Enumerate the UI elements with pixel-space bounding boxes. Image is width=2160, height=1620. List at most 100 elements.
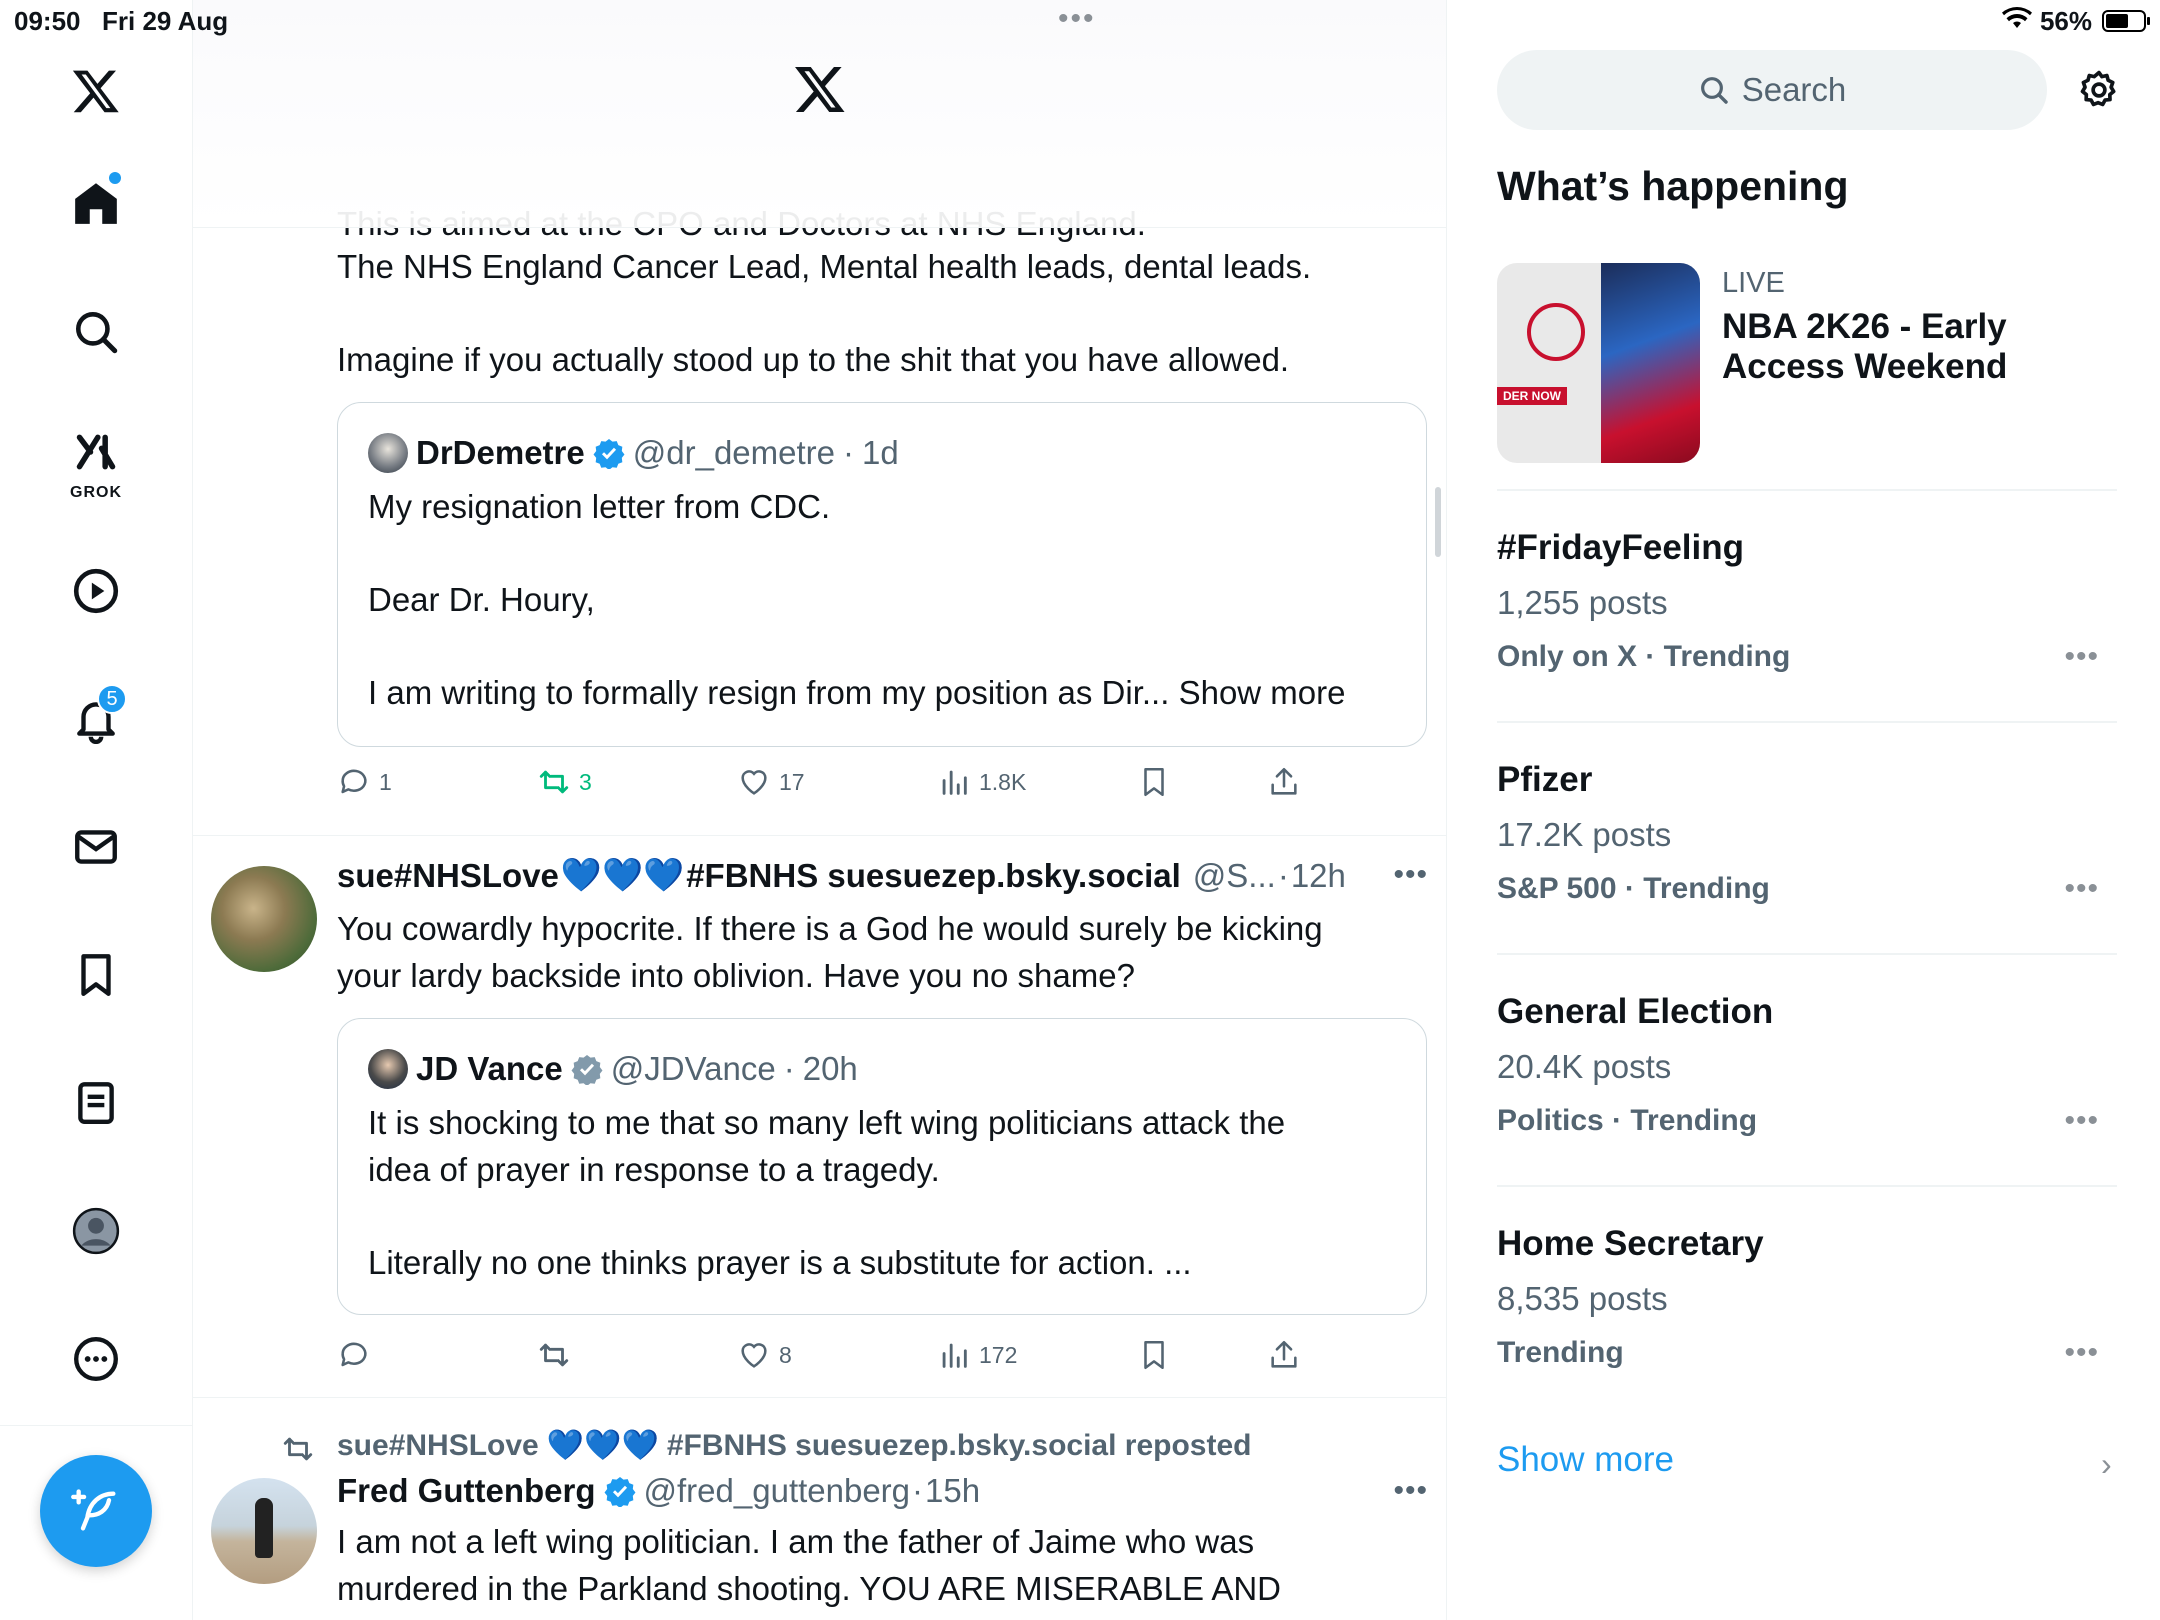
section-divider [1497, 489, 2117, 491]
quoted-author-handle[interactable]: @JDVance [611, 1050, 776, 1088]
post-more-options-icon[interactable]: ••• [1393, 1474, 1428, 1508]
chevron-right-icon[interactable]: › [2101, 1446, 2112, 1483]
views-chart-icon [942, 1343, 967, 1368]
live-event-card[interactable]: DER NOW LIVE NBA 2K26 - Early Access Wee… [1497, 263, 2117, 463]
show-more-trends-link[interactable]: Show more [1497, 1440, 1674, 1480]
trend-item[interactable]: Pfizer 17.2K posts S&P 500 · Trending ••… [1497, 760, 2117, 960]
quoted-post-header: JD Vance @JDVance · 20h [368, 1049, 858, 1089]
bookmark-button[interactable] [1137, 1338, 1171, 1372]
author-name-suffix[interactable]: #FBNHS suesuezep.bsky.social [686, 857, 1181, 895]
notifications-bell-icon[interactable]: 5 [57, 680, 135, 758]
trend-item[interactable]: Home Secretary 8,535 posts Trending ••• [1497, 1224, 2117, 1424]
compose-post-button[interactable] [40, 1455, 152, 1567]
header-x-logo-icon[interactable] [793, 62, 847, 121]
quoted-author-handle[interactable]: @dr_demetre [633, 434, 835, 472]
like-button[interactable]: 8 [737, 1338, 792, 1372]
bookmarks-icon[interactable] [57, 936, 135, 1014]
repost-icon [539, 1343, 569, 1367]
quoted-post-header: DrDemetre @dr_demetre · 1d [368, 433, 899, 473]
repost-icon [539, 770, 569, 794]
search-input[interactable]: Search [1497, 50, 2047, 130]
trend-item[interactable]: #FridayFeeling 1,255 posts Only on X · T… [1497, 528, 2117, 728]
post-actions: 1 3 17 1.8K [337, 765, 1417, 805]
grok-icon[interactable]: GROK [57, 420, 135, 501]
multitasking-dots-icon[interactable]: ••• [1058, 2, 1096, 36]
verified-badge-icon [604, 1477, 635, 1507]
trend-more-options-icon[interactable]: ••• [2064, 1104, 2099, 1138]
blue-hearts-emoji: 💙💙💙 [560, 856, 685, 893]
trend-more-options-icon[interactable]: ••• [2064, 872, 2099, 906]
like-count: 8 [779, 1341, 792, 1368]
post-text[interactable]: I am not a left wing politician. I am th… [337, 1518, 1417, 1612]
repost-button[interactable]: 3 [537, 765, 592, 799]
quoted-avatar[interactable] [368, 433, 408, 473]
reply-button[interactable] [337, 1338, 371, 1372]
views-count: 172 [979, 1341, 1018, 1368]
author-handle[interactable]: @S... [1193, 857, 1276, 895]
battery-percentage: 56% [2039, 6, 2092, 36]
show-more-link[interactable]: Show more [1179, 674, 1346, 711]
separator: · [843, 434, 855, 471]
quoted-post-body: It is shocking to me that so many left w… [368, 1099, 1408, 1286]
author-name[interactable]: Fred Guttenberg [337, 1472, 596, 1510]
repost-button[interactable] [537, 1338, 571, 1372]
author-handle[interactable]: @fred_guttenberg [644, 1472, 911, 1510]
quoted-post[interactable]: JD Vance @JDVance · 20h It is shocking t… [337, 1018, 1427, 1315]
trend-post-count: 17.2K posts [1497, 816, 1672, 853]
bookmark-icon [1144, 767, 1164, 797]
views-button[interactable]: 172 [937, 1338, 1017, 1372]
trend-context: Trending [1497, 1336, 1624, 1369]
share-button[interactable] [1267, 765, 1301, 799]
bookmark-button[interactable] [1137, 765, 1171, 799]
views-button[interactable]: 1.8K [937, 765, 1026, 799]
like-button[interactable]: 17 [737, 765, 805, 799]
quoted-text-line: idea of prayer in response to a tragedy. [368, 1151, 940, 1188]
battery-icon [2102, 10, 2150, 32]
post-text-line: The NHS England Cancer Lead, Mental heal… [337, 248, 1312, 285]
basketball-graphic [1527, 303, 1585, 361]
post-more-options-icon[interactable]: ••• [1393, 858, 1428, 892]
post-text[interactable]: The NHS England Cancer Lead, Mental heal… [337, 243, 1417, 383]
whats-happening-heading: What’s happening [1497, 163, 1849, 209]
home-icon[interactable] [57, 164, 135, 242]
author-name[interactable]: sue#NHSLove [337, 857, 559, 895]
messages-envelope-icon[interactable] [57, 808, 135, 886]
reply-button[interactable]: 1 [337, 765, 392, 799]
trend-item[interactable]: General Election 20.4K posts Politics · … [1497, 992, 2117, 1192]
author-avatar[interactable] [211, 1478, 317, 1584]
post-time[interactable]: 12h [1291, 857, 1346, 895]
repost-attribution[interactable]: sue#NHSLove 💙💙💙 #FBNHS suesuezep.bsky.soci… [283, 1428, 1251, 1463]
post-time[interactable]: 15h [925, 1472, 980, 1510]
video-play-icon[interactable] [57, 552, 135, 630]
quoted-post-time[interactable]: 20h [803, 1050, 858, 1088]
quoted-avatar[interactable] [368, 1049, 408, 1089]
more-options-icon[interactable] [57, 1320, 135, 1398]
x-logo-icon[interactable] [57, 52, 135, 130]
trend-context: Only on X · Trending [1497, 640, 1791, 673]
views-count: 1.8K [979, 768, 1027, 795]
post-text-line: I am not a left wing politician. I am th… [337, 1523, 1255, 1560]
quoted-author-name[interactable]: DrDemetre [416, 434, 585, 472]
profile-avatar-icon[interactable] [57, 1192, 135, 1270]
search-icon [1700, 77, 1728, 104]
share-icon [1271, 767, 1297, 795]
lists-icon[interactable] [57, 1064, 135, 1142]
author-avatar[interactable] [211, 866, 317, 972]
post-text[interactable]: You cowardly hypocrite. If there is a Go… [337, 905, 1417, 999]
settings-gear-icon[interactable] [2077, 68, 2121, 112]
wifi-icon [2002, 4, 2032, 37]
post-text-line: your lardy backside into oblivion. Have … [337, 957, 1135, 994]
quoted-post[interactable]: DrDemetre @dr_demetre · 1d My resignatio… [337, 402, 1427, 747]
quoted-author-name[interactable]: JD Vance [416, 1050, 563, 1088]
feed-scrollbar[interactable] [1435, 487, 1441, 557]
share-icon [1271, 1340, 1297, 1368]
share-button[interactable] [1267, 1338, 1301, 1372]
quoted-text-line: It is shocking to me that so many left w… [368, 1104, 1286, 1141]
trend-more-options-icon[interactable]: ••• [2064, 1336, 2099, 1370]
separator: · [783, 1050, 795, 1087]
explore-search-icon[interactable] [57, 293, 135, 371]
quoted-post-time[interactable]: 1d [862, 434, 899, 472]
trend-more-options-icon[interactable]: ••• [2064, 640, 2099, 674]
trend-context: Politics · Trending [1497, 1104, 1758, 1137]
blue-hearts-emoji: 💙💙💙 [546, 1429, 659, 1462]
